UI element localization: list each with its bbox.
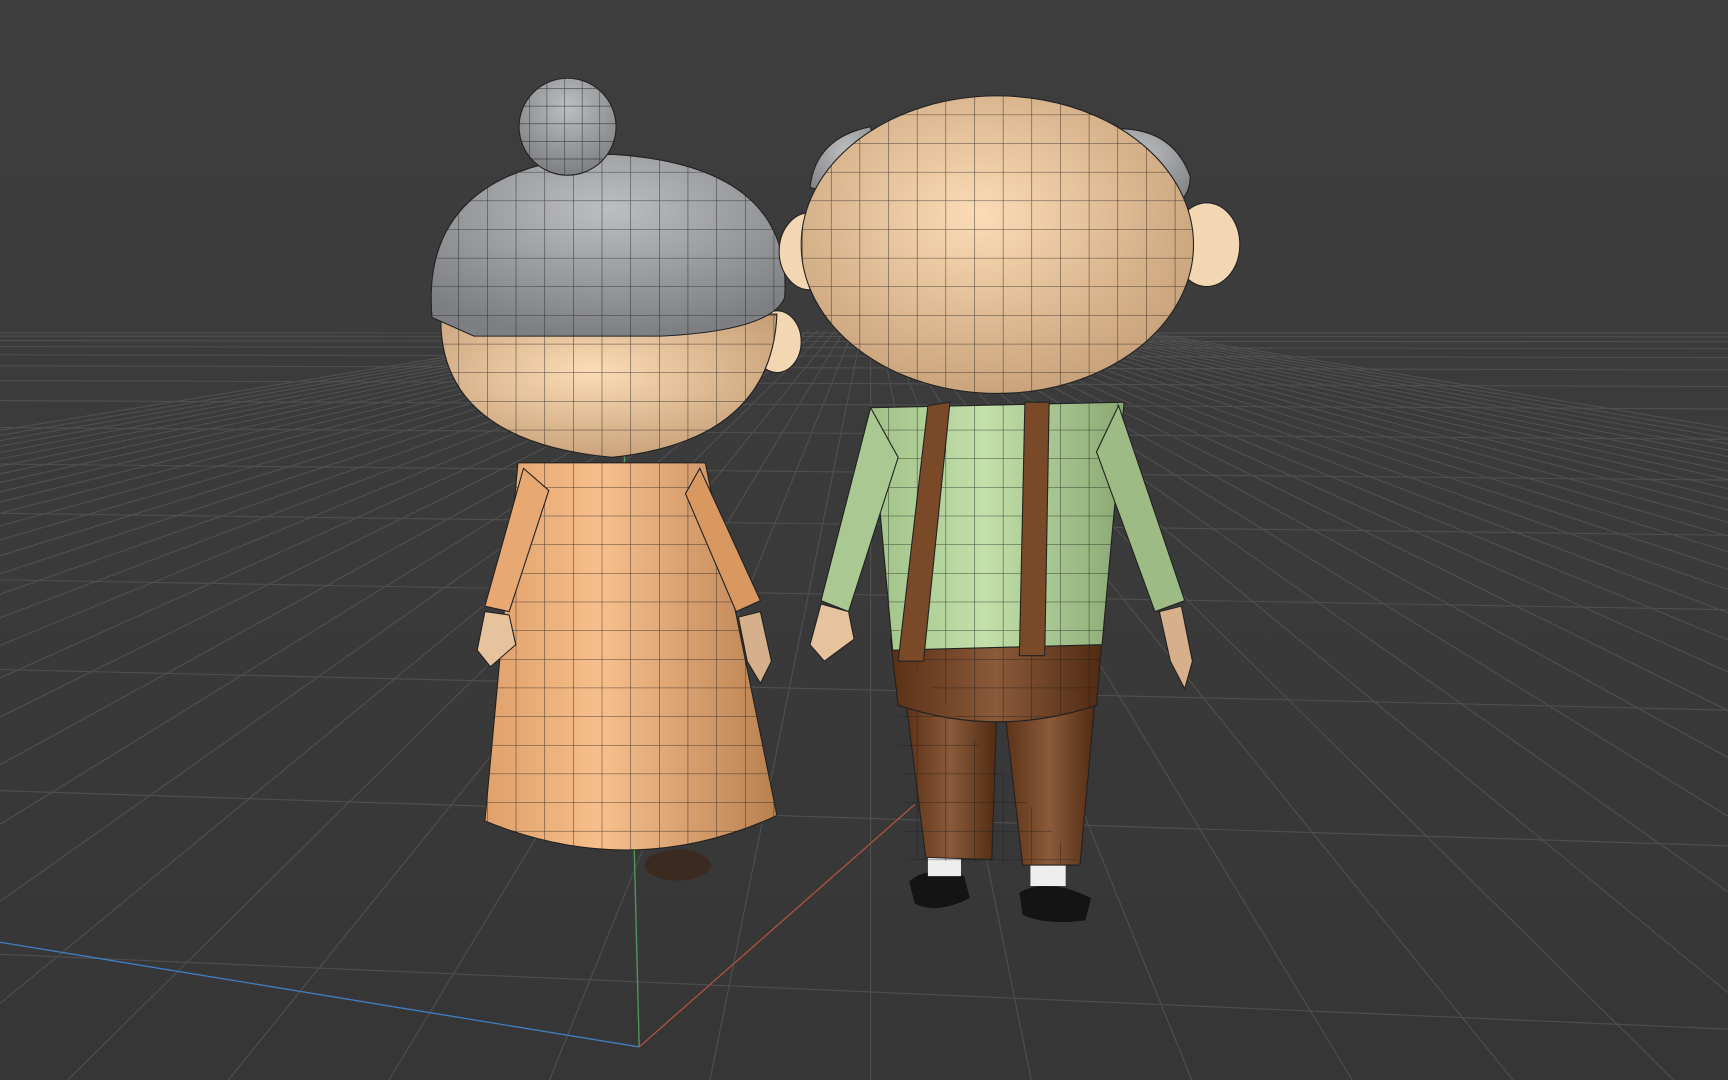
woman-shoe (644, 849, 711, 881)
3d-viewport[interactable] (0, 0, 1728, 1080)
man-right-suspender (1018, 401, 1050, 657)
man-head-wireframe (801, 95, 1194, 394)
woman-hair-bun-wireframe (519, 78, 617, 176)
